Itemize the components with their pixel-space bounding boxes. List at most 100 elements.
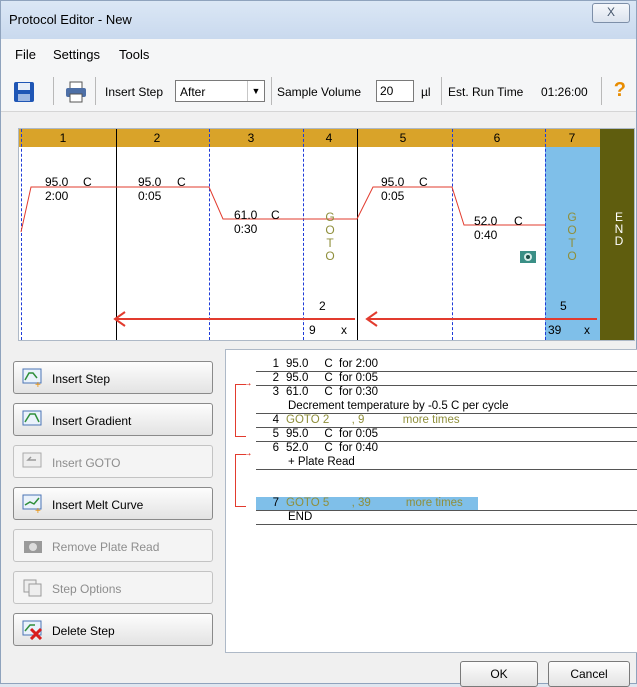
goto2-target: 5 <box>560 299 567 313</box>
protocol-editor-window: Protocol Editor - New X File Settings To… <box>0 0 637 687</box>
sample-volume-unit: µl <box>421 85 431 99</box>
list-item[interactable]: 7 GOTO 5 , 39 more times <box>226 497 637 511</box>
menu-settings[interactable]: Settings <box>53 47 100 62</box>
insert-melt-curve-label: Insert Melt Curve <box>52 498 144 512</box>
list-item[interactable]: 5 95.0 C for 0:05 <box>226 428 637 442</box>
help-icon[interactable]: ? <box>614 79 626 102</box>
remove-plate-read-label: Remove Plate Read <box>52 540 160 554</box>
step5-unit: C <box>419 175 428 189</box>
step-text: 95.0 C for 2:00 <box>286 358 379 370</box>
goto-label-step4: G O T O <box>323 211 337 263</box>
temperature-profile <box>20 186 597 327</box>
menu-bar: File Settings Tools <box>1 39 636 67</box>
step-text: END <box>288 511 313 523</box>
insert-gradient-icon <box>22 410 42 426</box>
delete-step-button[interactable]: Delete Step <box>13 613 213 646</box>
step-text: + Plate Read <box>288 456 355 468</box>
insert-melt-curve-button[interactable]: + Insert Melt Curve <box>13 487 213 520</box>
step-options-icon <box>23 579 42 597</box>
insert-goto-icon <box>22 452 42 468</box>
save-icon[interactable] <box>13 81 35 103</box>
step-number: 7 <box>272 497 279 509</box>
run-time-label: Est. Run Time <box>448 85 524 99</box>
insert-step-button[interactable]: + Insert Step <box>13 361 213 394</box>
step-options-button[interactable]: Step Options <box>13 571 213 604</box>
step-text: GOTO 5 , 39 more times <box>286 497 463 509</box>
list-item[interactable]: + Plate Read <box>226 456 637 470</box>
plate-read-camera-icon <box>520 251 536 263</box>
ok-button[interactable]: OK <box>460 661 538 687</box>
protocol-step-list[interactable]: → → 1 95.0 C for 2:00 2 95.0 C for 0:05 … <box>225 349 637 653</box>
step1-time: 2:00 <box>45 189 69 203</box>
step-text: 61.0 C for 0:30 <box>286 386 379 398</box>
insert-goto-button[interactable]: Insert GOTO <box>13 445 213 478</box>
list-item[interactable]: 1 95.0 C for 2:00 <box>226 358 637 372</box>
insert-step-label: Insert Step <box>105 85 164 99</box>
list-item[interactable]: 6 52.0 C for 0:40 <box>226 442 637 456</box>
cancel-button[interactable]: Cancel <box>548 661 630 687</box>
print-icon[interactable] <box>65 81 87 103</box>
step5-temp: 95.0 <box>381 175 405 189</box>
step-options-label: Step Options <box>52 582 122 596</box>
end-letter: D <box>614 234 624 248</box>
delete-step-label: Delete Step <box>52 624 115 638</box>
list-item[interactable]: Decrement temperature by -0.5 C per cycl… <box>226 400 637 414</box>
svg-text:+: + <box>35 380 41 388</box>
camera-icon <box>24 541 42 553</box>
end-label: E N D <box>613 211 625 247</box>
title-bar: Protocol Editor - New X <box>1 1 636 39</box>
row-divider <box>256 469 637 470</box>
sample-volume-input[interactable]: 20 <box>376 80 414 102</box>
goto-label-step7: G O T O <box>565 211 579 263</box>
step-text: GOTO 2 , 9 more times <box>286 414 460 426</box>
step1-unit: C <box>83 175 92 189</box>
goto2-repeat: 39 <box>548 323 562 337</box>
toolbar: Insert Step After ▼ Sample Volume 20 µl … <box>1 67 636 112</box>
window-title: Protocol Editor - New <box>9 12 132 27</box>
goto1-target: 2 <box>319 299 326 313</box>
step3-time: 0:30 <box>234 222 258 236</box>
step6-unit: C <box>514 214 523 228</box>
list-item[interactable]: END <box>226 511 637 525</box>
goto2-x: x <box>584 323 590 337</box>
row-divider <box>256 524 637 525</box>
toolbar-separator <box>95 77 96 105</box>
step-number: 5 <box>272 428 279 440</box>
step-number: 4 <box>272 414 279 426</box>
list-item[interactable]: 4 GOTO 2 , 9 more times <box>226 414 637 428</box>
remove-plate-read-button[interactable]: Remove Plate Read <box>13 529 213 562</box>
step-text: 95.0 C for 0:05 <box>286 372 379 384</box>
menu-tools[interactable]: Tools <box>119 47 149 62</box>
step-number: 2 <box>272 372 279 384</box>
step2-time: 0:05 <box>138 189 162 203</box>
goto-letter: O <box>325 249 335 263</box>
step-text: Decrement temperature by -0.5 C per cycl… <box>288 400 509 412</box>
toolbar-separator <box>441 77 442 105</box>
toolbar-separator <box>271 77 272 105</box>
svg-text:+: + <box>35 506 41 514</box>
insert-step-select[interactable]: After ▼ <box>175 80 265 102</box>
step-number: 6 <box>272 442 279 454</box>
step2-unit: C <box>177 175 186 189</box>
insert-melt-curve-icon: + <box>22 494 42 514</box>
list-item[interactable]: 3 61.0 C for 0:30 <box>226 386 637 400</box>
menu-file[interactable]: File <box>15 47 36 62</box>
goto1-x: x <box>341 323 347 337</box>
insert-gradient-button[interactable]: Insert Gradient <box>13 403 213 436</box>
goto1-repeat: 9 <box>309 323 316 337</box>
protocol-graph[interactable]: 1 2 3 4 5 6 7 95.0 C 2:00 95.0 C 0:05 61… <box>18 128 635 341</box>
close-button[interactable]: X <box>592 3 630 23</box>
insert-gradient-label: Insert Gradient <box>52 414 132 428</box>
step3-temp: 61.0 <box>234 208 258 222</box>
step-text: 95.0 C for 0:05 <box>286 428 379 440</box>
insert-goto-label: Insert GOTO <box>52 456 121 470</box>
list-item[interactable]: 2 95.0 C for 0:05 <box>226 372 637 386</box>
delete-step-icon <box>22 620 43 640</box>
toolbar-separator <box>53 77 54 105</box>
insert-step-label: Insert Step <box>52 372 111 386</box>
run-time-value: 01:26:00 <box>541 85 588 99</box>
insert-step-value: After <box>180 85 206 99</box>
step6-time: 0:40 <box>474 228 498 242</box>
step-number: 1 <box>272 358 279 370</box>
sample-volume-label: Sample Volume <box>277 85 362 99</box>
